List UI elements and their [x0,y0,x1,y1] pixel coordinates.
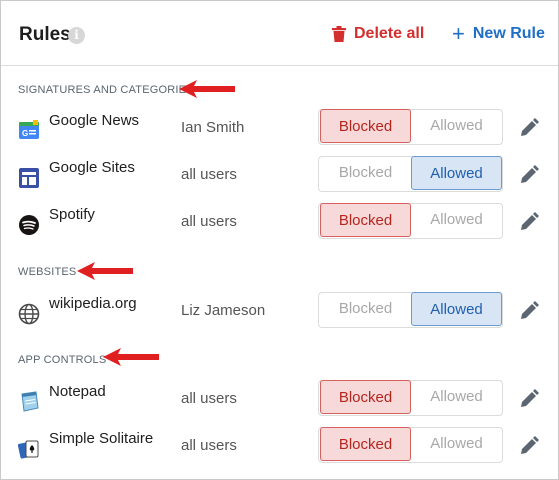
app-name: Google Sites [49,159,135,176]
block-allow-toggle: Blocked Allowed [318,292,503,328]
rule-row: Spotify all users Blocked Allowed [1,202,558,246]
block-allow-toggle: Blocked Allowed [318,203,503,239]
spotify-icon [19,215,39,235]
app-name: Simple Solitaire [49,430,154,447]
annotation-arrow [179,80,235,98]
rule-user: all users [181,166,237,183]
globe-icon [18,303,40,325]
pencil-icon[interactable] [519,436,539,456]
google-news-icon: G [19,120,39,139]
blocked-option[interactable]: Blocked [320,380,411,414]
google-sites-icon [19,168,39,188]
blocked-option[interactable]: Blocked [320,109,411,143]
pencil-icon[interactable] [519,212,539,232]
pencil-icon[interactable] [519,165,539,185]
notepad-icon [21,391,39,412]
app-name: Spotify [49,206,95,223]
allowed-option[interactable]: Allowed [411,380,502,414]
rules-header: Rules i Delete all + New Rule [1,1,558,66]
rule-user: Ian Smith [181,119,245,136]
page-title: Rules [19,24,71,45]
svg-text:G: G [22,129,28,138]
rules-panel: Rules i Delete all + New Rule SIGNATURES… [0,0,559,480]
blocked-option[interactable]: Blocked [320,427,411,461]
app-name: Notepad [49,383,106,400]
app-name: Google News [49,112,140,129]
blocked-option[interactable]: Blocked [320,203,411,237]
rule-row: G Google News Ian Smith Blocked Allowed [1,108,558,152]
delete-all-button[interactable]: Delete all [332,25,424,43]
block-allow-toggle: Blocked Allowed [318,427,503,463]
pencil-icon[interactable] [519,118,539,138]
rule-user: all users [181,213,237,230]
allowed-option[interactable]: Allowed [411,203,502,237]
rule-row: wikipedia.org Liz Jameson Blocked Allowe… [1,291,558,335]
rule-user: all users [181,437,237,454]
plus-icon: + [452,21,465,46]
app-name: wikipedia.org [49,295,137,312]
block-allow-toggle: Blocked Allowed [318,109,503,145]
trash-icon [332,26,346,42]
annotation-arrow [77,262,133,280]
rule-row: Notepad all users Blocked Allowed [1,379,558,423]
solitaire-icon [18,440,39,459]
blocked-option[interactable]: Blocked [320,156,411,190]
section-label-websites: WEBSITES [18,266,77,278]
rule-row: Google Sites all users Blocked Allowed [1,155,558,199]
delete-all-label: Delete all [354,25,425,42]
blocked-option[interactable]: Blocked [320,292,411,326]
block-allow-toggle: Blocked Allowed [318,156,503,192]
pencil-icon[interactable] [519,389,539,409]
rule-row: Simple Solitaire all users Blocked Allow… [1,426,558,470]
rule-user: Liz Jameson [181,302,266,319]
section-label-app-controls: APP CONTROLS [18,354,107,366]
block-allow-toggle: Blocked Allowed [318,380,503,416]
allowed-option[interactable]: Allowed [411,427,502,461]
allowed-option[interactable]: Allowed [411,292,502,326]
annotation-arrow [103,348,159,366]
allowed-option[interactable]: Allowed [411,156,502,190]
section-label-signatures: SIGNATURES AND CATEGORIES [18,84,194,96]
allowed-option[interactable]: Allowed [411,109,502,143]
info-icon[interactable]: i [68,27,85,44]
new-rule-label: New Rule [472,25,545,42]
rule-user: all users [181,390,237,407]
pencil-icon[interactable] [519,301,539,321]
new-rule-button[interactable]: + New Rule [452,21,545,46]
